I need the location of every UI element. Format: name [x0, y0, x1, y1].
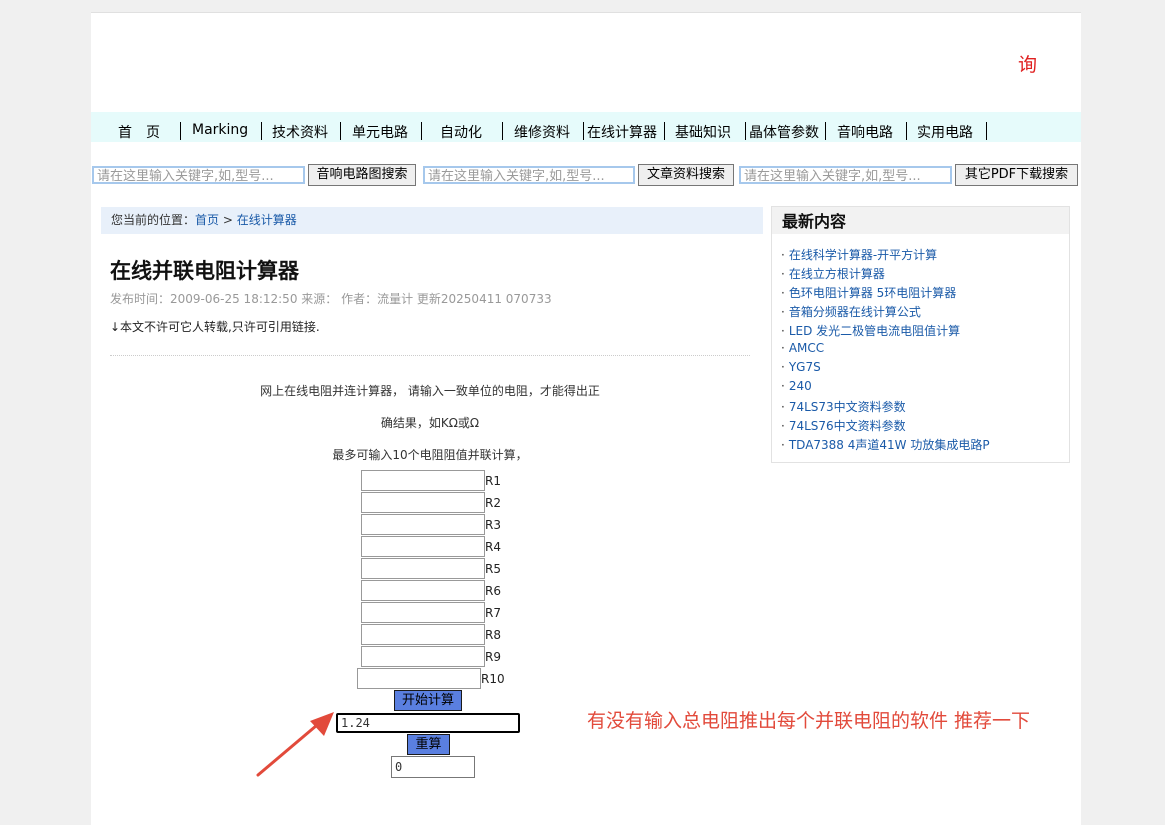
sidebar-list-item[interactable]: · TDA7388 4声道41W 功放集成电路P: [781, 436, 990, 453]
search-input-audio[interactable]: 请在这里输入关键字,如,型号...: [92, 166, 305, 184]
nav-divider: [261, 122, 262, 140]
sidebar-item-link[interactable]: 240: [789, 379, 812, 393]
sidebar-item-link[interactable]: 色环电阻计算器 5环电阻计算器: [789, 286, 956, 300]
nav-basics[interactable]: 基础知识: [675, 122, 731, 142]
resistor-label-r2: R2: [485, 496, 501, 510]
sidebar-item-link[interactable]: 在线科学计算器-开平方计算: [789, 248, 937, 262]
nav-unit-circuits[interactable]: 单元电路: [352, 122, 408, 142]
resistor-input-r3[interactable]: [361, 514, 485, 535]
resistor-label-r4: R4: [485, 540, 501, 554]
sidebar-list-item[interactable]: · 音箱分频器在线计算公式: [781, 303, 921, 320]
search-input-articles[interactable]: 请在这里输入关键字,如,型号...: [423, 166, 635, 184]
resistor-label-r5: R5: [485, 562, 501, 576]
sidebar-item-link[interactable]: 音箱分频器在线计算公式: [789, 305, 921, 319]
intro-text-line3: 最多可输入10个电阻阻值并联计算，: [332, 448, 528, 462]
nav-automation[interactable]: 自动化: [440, 122, 482, 142]
nav-tech-docs[interactable]: 技术资料: [272, 122, 328, 142]
nav-divider: [421, 122, 422, 140]
resistor-input-r5[interactable]: [361, 558, 485, 579]
breadcrumb-home-link[interactable]: 首页: [195, 213, 219, 227]
sidebar-item-link[interactable]: 74LS73中文资料参数: [789, 400, 906, 414]
nav-repair[interactable]: 维修资料: [514, 122, 570, 142]
main-nav: 首 页 Marking 技术资料 单元电路 自动化 维修资料 在线计算器 基础知…: [91, 112, 1081, 142]
sidebar-item-link[interactable]: YG7S: [789, 360, 821, 374]
divider: [110, 355, 750, 356]
search-bar: 请在这里输入关键字,如,型号... 音响电路图搜索 请在这里输入关键字,如,型号…: [91, 162, 1081, 186]
sidebar-list-item[interactable]: · 74LS76中文资料参数: [781, 417, 906, 434]
resistor-label-r3: R3: [485, 518, 501, 532]
nav-transistor-params[interactable]: 晶体管参数: [749, 122, 819, 142]
nav-divider: [825, 122, 826, 140]
breadcrumb-separator: >: [219, 213, 237, 227]
nav-divider: [180, 122, 181, 140]
resistor-label-r8: R8: [485, 628, 501, 642]
annotation-text: 有没有输入总电阻推出每个并联电阻的软件 推荐一下: [587, 710, 1031, 732]
search-input-pdf[interactable]: 请在这里输入关键字,如,型号...: [739, 166, 952, 184]
copyright-notice: ↓本文不许可它人转载,只许可引用链接.: [110, 320, 320, 334]
sidebar-list-item[interactable]: · 在线立方根计算器: [781, 265, 885, 282]
sidebar-list-item[interactable]: · AMCC: [781, 341, 824, 355]
nav-marking[interactable]: Marking: [192, 122, 248, 138]
resistor-input-r7[interactable]: [361, 602, 485, 623]
page-title: 在线并联电阻计算器: [110, 259, 299, 283]
resistor-input-r2[interactable]: [361, 492, 485, 513]
sidebar-list-item[interactable]: · YG7S: [781, 360, 821, 374]
resistor-label-r1: R1: [485, 474, 501, 488]
result-field[interactable]: 1.24: [336, 713, 520, 733]
reset-button[interactable]: 重算: [407, 734, 450, 755]
resistor-input-r9[interactable]: [361, 646, 485, 667]
resistor-input-r10[interactable]: [357, 668, 481, 689]
breadcrumb: 您当前的位置：首页 > 在线计算器: [101, 207, 763, 234]
nav-divider: [340, 122, 341, 140]
article-meta: 发布时间：2009-06-25 18:12:50 来源： 作者：流量计 更新20…: [110, 292, 552, 306]
sidebar-list-item[interactable]: · 色环电阻计算器 5环电阻计算器: [781, 284, 956, 301]
resistor-input-r4[interactable]: [361, 536, 485, 557]
nav-divider: [745, 122, 746, 140]
nav-audio-circuits[interactable]: 音响电路: [837, 122, 893, 142]
sidebar-list-item[interactable]: · LED 发光二极管电流电阻值计算: [781, 322, 960, 339]
audio-search-button[interactable]: 音响电路图搜索: [308, 164, 416, 186]
nav-home[interactable]: 首 页: [118, 122, 160, 142]
nav-divider: [664, 122, 665, 140]
article-search-button[interactable]: 文章资料搜索: [638, 164, 734, 186]
resistor-label-r9: R9: [485, 650, 501, 664]
resistor-input-r1[interactable]: [361, 470, 485, 491]
resistor-input-r6[interactable]: [361, 580, 485, 601]
sidebar-list-item[interactable]: · 在线科学计算器-开平方计算: [781, 246, 937, 263]
sidebar-list-item[interactable]: · 74LS73中文资料参数: [781, 398, 906, 415]
pdf-search-button[interactable]: 其它PDF下载搜索: [955, 164, 1078, 186]
sidebar-item-link[interactable]: TDA7388 4声道41W 功放集成电路P: [789, 438, 990, 452]
start-calc-button[interactable]: 开始计算: [394, 690, 462, 711]
nav-divider: [583, 122, 584, 140]
nav-divider: [906, 122, 907, 140]
intro-text-line1: 网上在线电阻并连计算器， 请输入一致单位的电阻，才能得出正: [260, 384, 600, 398]
sidebar-item-link[interactable]: LED 发光二极管电流电阻值计算: [789, 324, 960, 338]
sidebar-item-link[interactable]: 在线立方根计算器: [789, 267, 885, 281]
count-field[interactable]: 0: [391, 756, 475, 778]
nav-online-calc[interactable]: 在线计算器: [587, 122, 657, 142]
nav-divider: [502, 122, 503, 140]
nav-practical-circuits[interactable]: 实用电路: [917, 122, 973, 142]
resistor-label-r10: R10: [481, 672, 505, 686]
breadcrumb-current-link[interactable]: 在线计算器: [237, 213, 297, 227]
sidebar-item-link[interactable]: AMCC: [789, 341, 824, 355]
resistor-input-r8[interactable]: [361, 624, 485, 645]
latest-content-panel: 最新内容 · 在线科学计算器-开平方计算 · 在线立方根计算器 · 色环电阻计算器 5…: [771, 206, 1070, 463]
sidebar-list-item[interactable]: · 240: [781, 379, 812, 393]
resistor-label-r7: R7: [485, 606, 501, 620]
breadcrumb-prefix: 您当前的位置：: [111, 213, 196, 227]
resistor-label-r6: R6: [485, 584, 501, 598]
sidebar-title: 最新内容: [772, 207, 1069, 234]
sidebar-item-link[interactable]: 74LS76中文资料参数: [789, 419, 906, 433]
intro-text-line2: 确结果，如KΩ或Ω: [380, 416, 480, 430]
query-text: 询: [1018, 54, 1038, 76]
nav-divider: [986, 122, 987, 140]
arrow-annotation-icon: [256, 712, 334, 777]
